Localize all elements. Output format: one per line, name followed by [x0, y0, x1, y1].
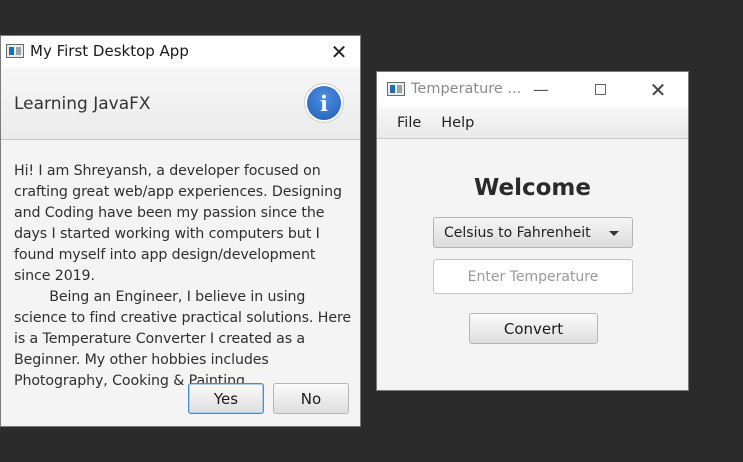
menu-bar: File Help	[377, 107, 688, 139]
no-button[interactable]: No	[273, 383, 349, 414]
maximize-icon	[594, 84, 606, 95]
welcome-heading: Welcome	[473, 175, 592, 201]
temp-titlebar[interactable]: Temperature ... — ✕	[377, 72, 688, 107]
app-icon	[387, 82, 405, 96]
dialog-header-text: Learning JavaFX	[14, 94, 151, 114]
conversion-type-dropdown[interactable]: Celsius to Fahrenheit	[433, 217, 633, 248]
minimize-button[interactable]: —	[518, 72, 564, 107]
menu-file[interactable]: File	[397, 115, 421, 131]
maximize-button[interactable]	[577, 72, 623, 107]
dialog-title: My First Desktop App	[30, 42, 189, 60]
temp-window-title: Temperature ...	[411, 81, 522, 97]
info-dialog-window: My First Desktop App ✕ Learning JavaFX i…	[0, 35, 361, 427]
app-icon	[6, 44, 24, 58]
convert-button[interactable]: Convert	[469, 313, 598, 344]
info-icon: i	[304, 83, 344, 123]
conversion-type-value: Celsius to Fahrenheit	[444, 224, 591, 241]
yes-button[interactable]: Yes	[188, 383, 264, 414]
menu-help[interactable]: Help	[441, 115, 474, 131]
dialog-content-text: Hi! I am Shreyansh, a developer focused …	[14, 163, 351, 389]
dialog-close-button[interactable]: ✕	[324, 36, 354, 67]
temperature-converter-window: Temperature ... — ✕ File Help Welcome Ce…	[376, 71, 689, 391]
temp-close-button[interactable]: ✕	[635, 72, 681, 107]
info-icon-glyph: i	[307, 86, 341, 120]
dialog-header: Learning JavaFX i	[1, 67, 360, 140]
dialog-titlebar[interactable]: My First Desktop App ✕	[1, 36, 360, 67]
temperature-input[interactable]	[433, 259, 633, 294]
chevron-down-icon	[609, 231, 619, 236]
